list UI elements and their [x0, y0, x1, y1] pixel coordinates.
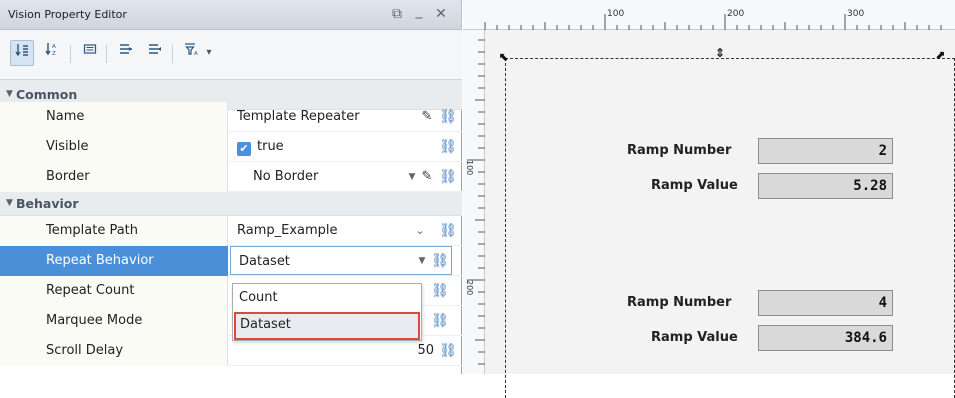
ramp-number-field[interactable]: 2 — [758, 138, 893, 164]
resize-handle-ne-icon[interactable]: ⬈ — [935, 48, 945, 62]
vision-property-editor-panel: Vision Property Editor ⧉ _ ✕ AZ A ▾ ▼ Co… — [0, 0, 462, 374]
ruler-label: 200 — [465, 280, 474, 296]
vertical-ruler: 100 200 — [463, 30, 485, 374]
toolbar-separator — [70, 45, 71, 63]
property-value[interactable]: ✔ true — [229, 132, 462, 162]
ruler-ticks — [484, 14, 942, 30]
property-name: Border — [0, 162, 228, 192]
toolbar-separator — [106, 45, 107, 63]
pencil-icon[interactable]: ✎ — [420, 162, 434, 192]
resize-handle-n-icon[interactable]: ⇕ — [715, 46, 725, 60]
property-row-visible[interactable]: Visible ✔ true ⛓ — [0, 132, 462, 162]
property-name: Visible — [0, 132, 228, 162]
svg-text:A: A — [194, 51, 198, 56]
property-value[interactable]: Ramp_Example — [229, 216, 462, 246]
filter-dropdown-caret-icon[interactable]: ▾ — [202, 40, 216, 66]
sort-alphabetical-icon[interactable]: AZ — [40, 40, 64, 66]
sort-categorized-icon[interactable] — [10, 40, 34, 66]
property-row-template-path[interactable]: Template Path Ramp_Example ⌄ ⛓ — [0, 216, 462, 246]
horizontal-ruler: 100 200 300 — [463, 0, 955, 30]
panel-titlebar: Vision Property Editor ⧉ _ ✕ — [0, 0, 462, 30]
ramp-value-label: Ramp Value — [651, 330, 738, 345]
property-binding-icon[interactable]: ⛓ — [438, 336, 458, 366]
chevron-down-icon[interactable]: ▼ — [416, 246, 428, 276]
dropdown-option-count[interactable]: Count — [233, 285, 421, 313]
expand-all-icon[interactable] — [114, 40, 138, 66]
ramp-number-label: Ramp Number — [627, 295, 732, 310]
float-window-icon[interactable]: ⧉ — [388, 4, 406, 24]
property-binding-icon[interactable]: ⛓ — [438, 102, 458, 132]
pencil-icon[interactable]: ✎ — [420, 102, 434, 132]
property-binding-icon[interactable]: ⛓ — [430, 276, 450, 306]
ruler-label: 200 — [727, 9, 745, 19]
ruler-label: 100 — [465, 160, 474, 176]
chevron-down-icon[interactable]: ⌄ — [414, 216, 426, 246]
property-binding-icon[interactable]: ⛓ — [430, 246, 450, 276]
category-label: Behavior — [16, 196, 79, 211]
filter-icon[interactable]: A — [180, 40, 204, 66]
checkbox-label: true — [257, 139, 284, 154]
category-behavior[interactable]: ▼ Behavior — [0, 192, 462, 216]
property-name: Repeat Behavior — [0, 246, 228, 276]
property-binding-icon[interactable]: ⛓ — [438, 162, 458, 192]
close-icon[interactable]: ✕ — [432, 4, 450, 24]
property-row-border[interactable]: Border No Border ▼ ✎ ⛓ — [0, 162, 462, 192]
svg-text:Z: Z — [52, 51, 56, 56]
category-label: Common — [16, 87, 78, 102]
resize-handle-nw-icon[interactable]: ⬉ — [499, 50, 509, 64]
panel-title: Vision Property Editor — [8, 8, 127, 21]
designer-canvas: 100 200 300 100 200 ⬉ ⇕ ⬈ Ramp Number 2 … — [463, 0, 955, 398]
repeat-behavior-dropdown-list: Count Dataset — [232, 283, 422, 341]
ruler-label: 100 — [607, 9, 625, 19]
property-binding-icon[interactable]: ⛓ — [438, 132, 458, 162]
visible-checkbox[interactable]: ✔ — [237, 142, 251, 156]
property-pages-icon[interactable] — [78, 40, 102, 66]
property-name: Repeat Count — [0, 276, 228, 306]
property-row-name[interactable]: Name Template Repeater ✎ ⛓ — [0, 102, 462, 132]
editor-toolbar: AZ A ▾ — [0, 30, 462, 80]
property-row-repeat-behavior[interactable]: Repeat Behavior Dataset ▼ ⛓ — [0, 246, 462, 276]
ruler-ticks — [467, 39, 485, 365]
property-name: Template Path — [0, 216, 228, 246]
property-name: Marquee Mode — [0, 306, 228, 336]
collapse-triangle-icon[interactable]: ▼ — [6, 89, 13, 99]
property-binding-icon[interactable]: ⛓ — [430, 306, 450, 336]
toolbar-separator — [172, 45, 173, 63]
ramp-value-label: Ramp Value — [651, 178, 738, 193]
collapse-all-icon[interactable] — [143, 40, 167, 66]
collapse-triangle-icon[interactable]: ▼ — [6, 198, 13, 208]
ruler-label: 300 — [847, 9, 865, 19]
property-name: Scroll Delay — [0, 336, 228, 366]
ramp-value-field[interactable]: 5.28 — [758, 173, 893, 199]
ramp-value-field[interactable]: 384.6 — [758, 325, 893, 351]
dropdown-option-dataset[interactable]: Dataset — [234, 312, 420, 340]
property-binding-icon[interactable]: ⛓ — [438, 216, 458, 246]
property-name: Name — [0, 102, 228, 132]
ramp-number-label: Ramp Number — [627, 143, 732, 158]
ramp-number-field[interactable]: 4 — [758, 290, 893, 316]
svg-text:A: A — [52, 44, 56, 50]
chevron-down-icon[interactable]: ▼ — [406, 162, 418, 192]
minimize-icon[interactable]: _ — [410, 1, 428, 21]
design-area: ⬉ ⇕ ⬈ Ramp Number 2 Ramp Value 5.28 Ramp… — [485, 30, 955, 398]
